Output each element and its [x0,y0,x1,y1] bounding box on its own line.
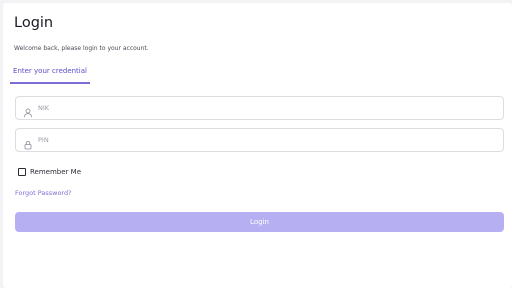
user-icon [23,103,33,118]
tab-enter-credential[interactable]: Enter your credential [10,63,90,84]
page-subtitle: Welcome back, please login to your accou… [14,45,149,52]
login-button[interactable]: Login [15,212,504,232]
nik-field[interactable] [15,96,504,120]
lock-icon [23,135,33,150]
nik-input[interactable] [38,100,478,116]
remember-me-label[interactable]: Remember Me [30,168,81,176]
remember-me: Remember Me [18,168,81,176]
page-title: Login [14,15,54,31]
remember-me-checkbox[interactable] [18,168,26,176]
pin-input[interactable] [38,132,478,148]
forgot-password-link[interactable]: Forgot Password? [15,189,72,197]
pin-field[interactable] [15,128,504,152]
